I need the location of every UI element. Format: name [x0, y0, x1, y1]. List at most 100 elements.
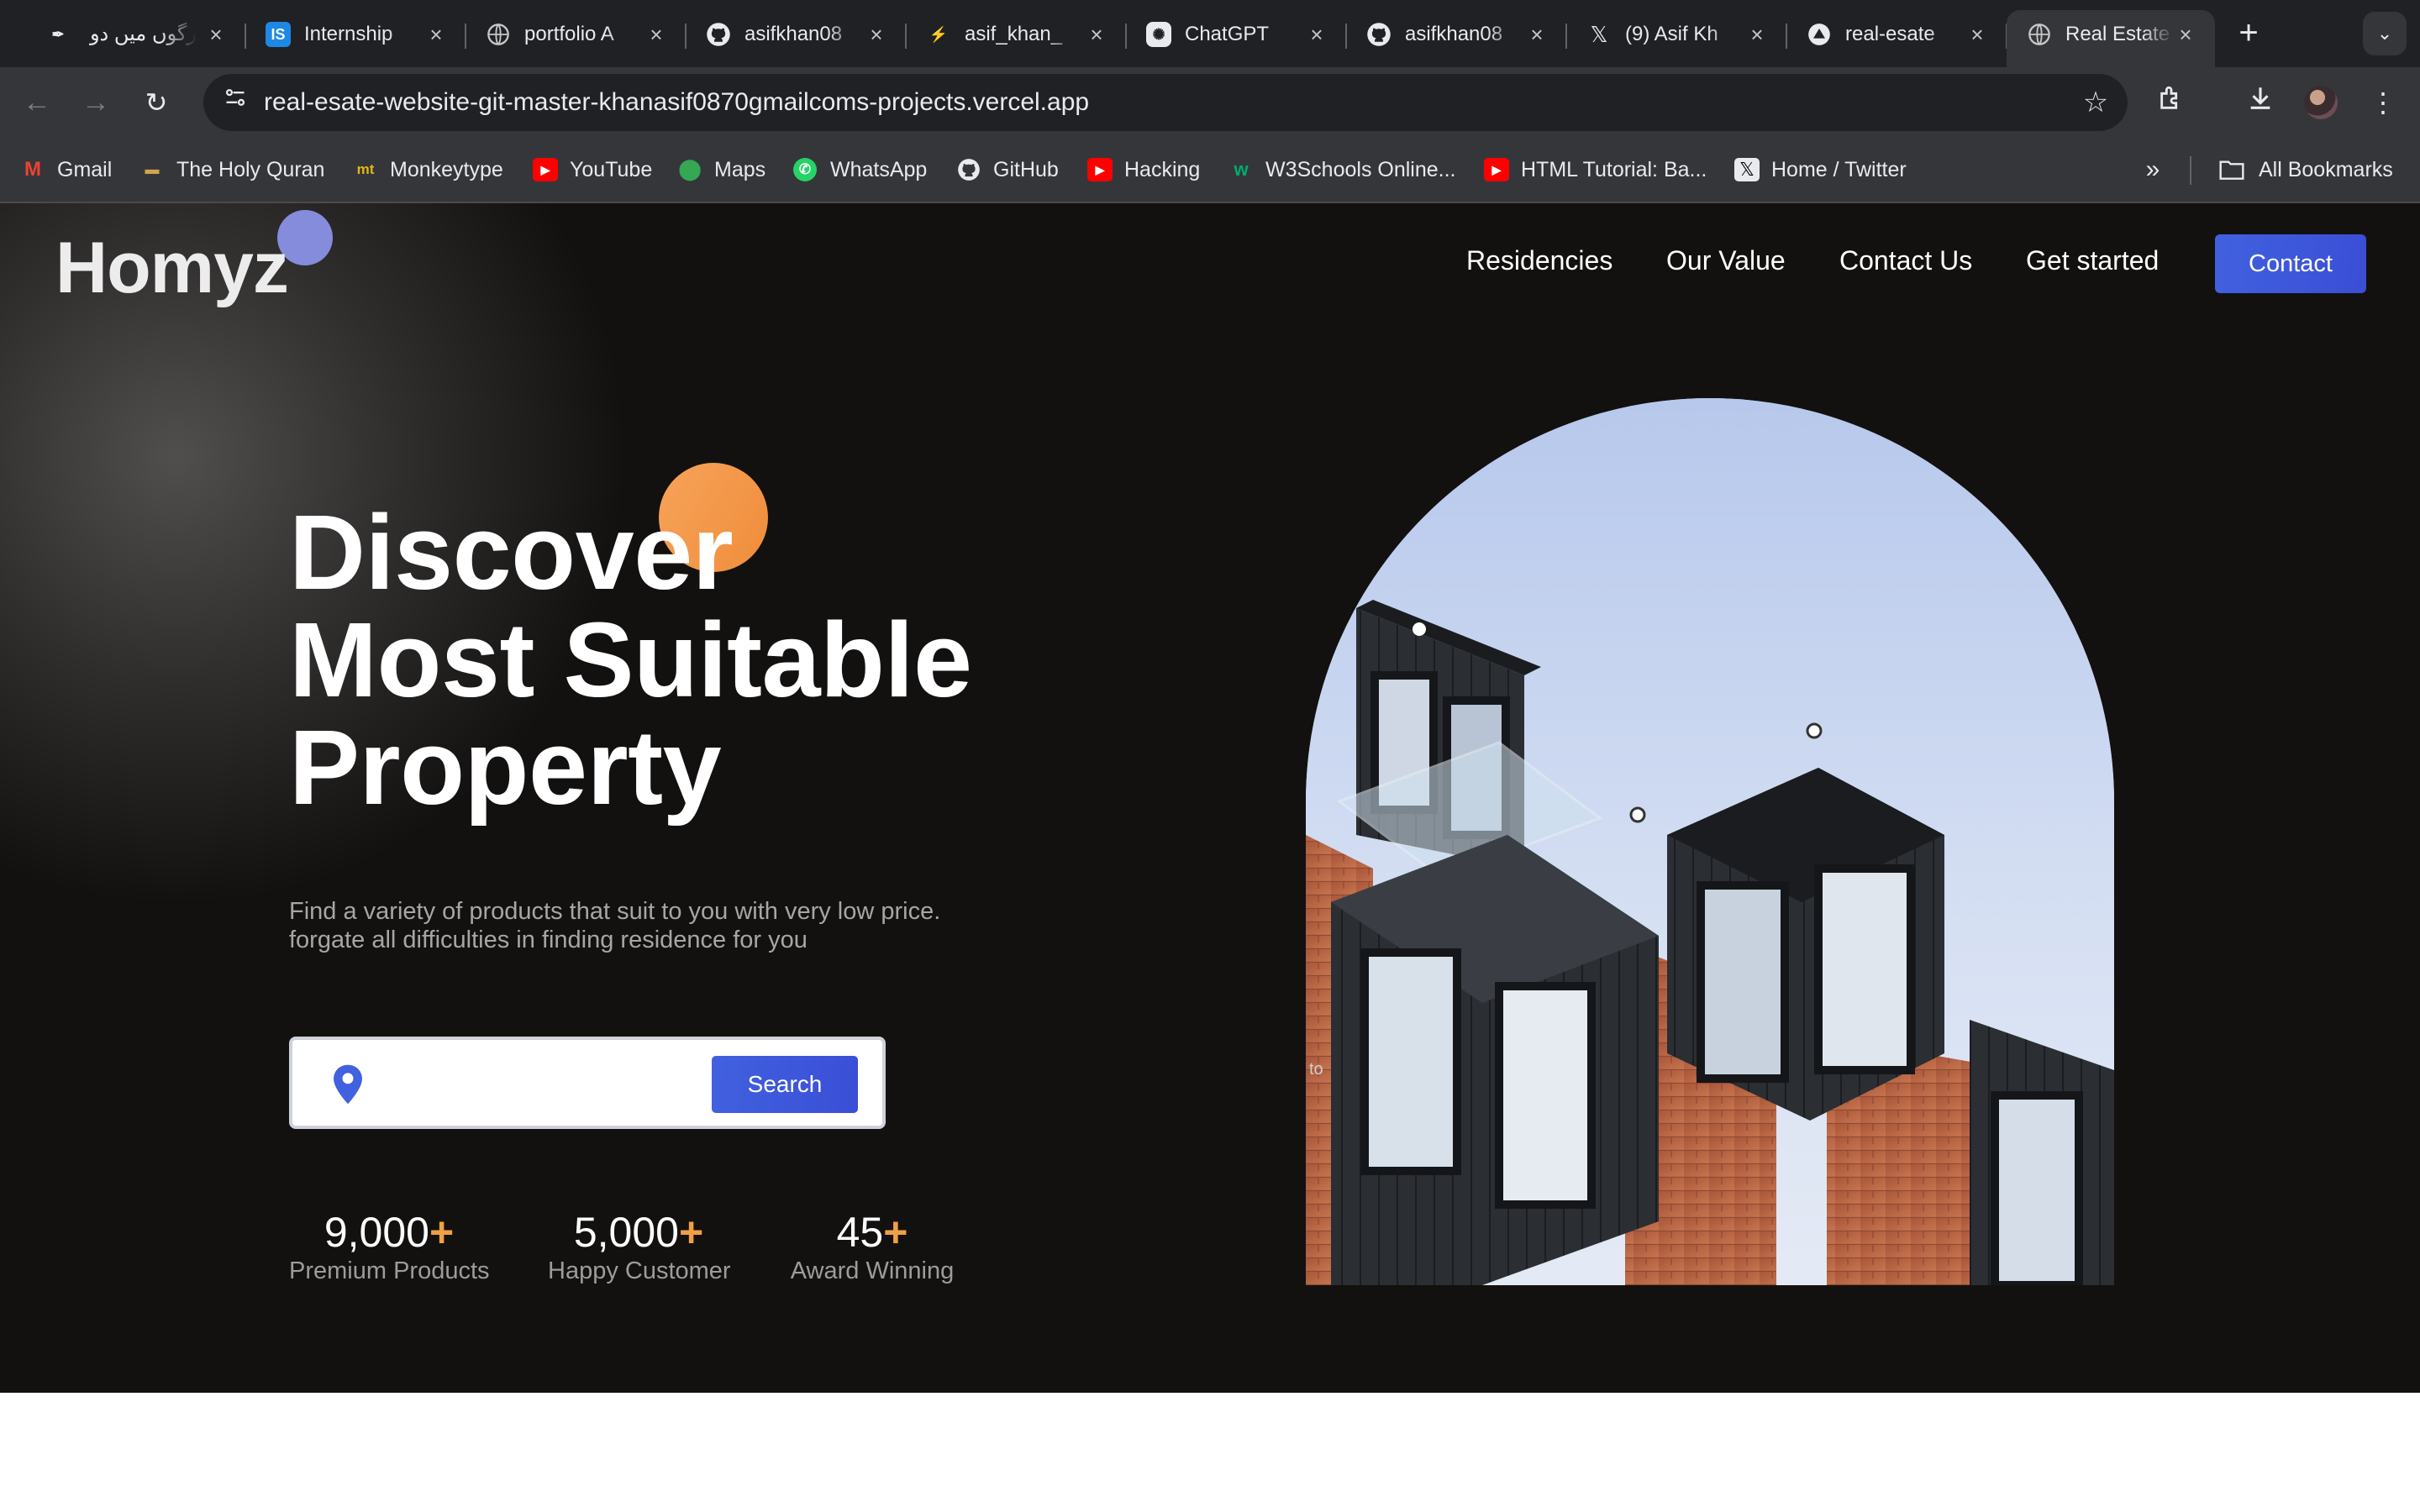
nav-link-residencies[interactable]: Residencies	[1466, 245, 1612, 276]
bookmark-label: YouTube	[570, 158, 653, 181]
whatsapp-icon: ✆	[793, 158, 817, 181]
maps-pin-icon: ⬤	[678, 158, 702, 181]
contact-button[interactable]: Contact	[2215, 234, 2366, 293]
bookmark-label: Monkeytype	[390, 158, 503, 181]
all-bookmarks-button[interactable]: All Bookmarks	[2218, 155, 2393, 185]
bookmark-label: Home / Twitter	[1771, 158, 1907, 181]
nav-link-contact-us[interactable]: Contact Us	[1839, 245, 1972, 276]
stat-plus: +	[429, 1209, 455, 1256]
bookmark-label: W3Schools Online...	[1265, 158, 1456, 181]
bookmark-gmail[interactable]: M Gmail	[20, 155, 112, 185]
browser-tab[interactable]: asifkhan08 ×	[1346, 10, 1567, 67]
stat-plus: +	[678, 1209, 704, 1256]
search-input[interactable]	[380, 1062, 632, 1105]
url-text[interactable]: real-esate-website-git-master-khanasif08…	[264, 87, 1089, 118]
close-tab-icon[interactable]: ×	[202, 20, 230, 49]
tab-title: Internship	[304, 23, 393, 45]
download-icon[interactable]	[2242, 84, 2279, 121]
browser-tab[interactable]: real-esate ×	[1786, 10, 2007, 67]
bookmark-star-icon[interactable]: ☆	[2077, 84, 2114, 121]
new-tab-button[interactable]: +	[2230, 15, 2267, 52]
tab-search-chevron-icon[interactable]: ⌄	[2363, 12, 2407, 55]
close-tab-icon[interactable]: ×	[642, 20, 671, 49]
bookmark-whatsapp[interactable]: ✆ WhatsApp	[793, 155, 927, 185]
bookmark-monkeytype[interactable]: mt Monkeytype	[353, 155, 503, 185]
x-icon: 𝕏	[1734, 158, 1760, 181]
image-overlay-text: to	[1309, 1060, 1323, 1079]
description-line: forgate all difficulties in finding resi…	[289, 927, 808, 953]
bookmark-label: Maps	[714, 158, 766, 181]
nav-link-get-started[interactable]: Get started	[2026, 245, 2159, 276]
browser-tab[interactable]: portfolio A ×	[466, 10, 687, 67]
internshala-icon: IS	[266, 22, 291, 47]
browser-tab[interactable]: asifkhan08 ×	[686, 10, 907, 67]
site-logo[interactable]: Homyz	[55, 227, 289, 310]
close-tab-icon[interactable]: ×	[1963, 20, 1991, 49]
bookmark-html-tutorial[interactable]: ▶ HTML Tutorial: Ba...	[1484, 155, 1707, 185]
quran-icon: ▬	[145, 161, 160, 177]
youtube-icon: ▶	[1484, 158, 1509, 181]
more-menu-icon[interactable]: ⋮	[2365, 84, 2402, 121]
browser-tab[interactable]: 𝕏 (9) Asif Kh ×	[1566, 10, 1787, 67]
tab-title: real-esate	[1845, 23, 1935, 45]
gmail-icon: M	[24, 158, 41, 181]
bookmark-label: The Holy Quran	[176, 158, 325, 181]
site-info-icon[interactable]	[218, 86, 252, 119]
bookmark-label: Hacking	[1124, 158, 1201, 181]
browser-tab-strip: ✒ رگوں میں دو × IS Internship × portfoli…	[0, 0, 2420, 67]
close-tab-icon[interactable]: ×	[2171, 20, 2200, 49]
close-tab-icon[interactable]: ×	[1743, 20, 1771, 49]
stat-value: 9,000	[324, 1209, 429, 1256]
tab-title: (9) Asif Kh	[1625, 23, 1718, 45]
close-tab-icon[interactable]: ×	[862, 20, 891, 49]
close-tab-icon[interactable]: ×	[1523, 20, 1551, 49]
stat-premium-products: 9,000+ Premium Products	[289, 1209, 490, 1286]
location-pin-icon	[329, 1063, 366, 1105]
bookmark-label: HTML Tutorial: Ba...	[1521, 158, 1707, 181]
spark-icon: ⚡	[929, 25, 949, 43]
bookmarks-divider	[2190, 156, 2191, 185]
monkeytype-icon: mt	[356, 161, 375, 177]
browser-tab-active[interactable]: Real Estate ×	[2007, 10, 2215, 67]
globe-icon	[2027, 22, 2052, 47]
browser-tab[interactable]: ✺ ChatGPT ×	[1126, 10, 1347, 67]
close-tab-icon[interactable]: ×	[1302, 20, 1331, 49]
forward-arrow-icon[interactable]: →	[77, 84, 114, 121]
headline-line: Discover	[289, 493, 734, 612]
stat-award-winning: 45+ Award Winning	[790, 1209, 955, 1286]
bookmark-maps[interactable]: ⬤ Maps	[677, 155, 766, 185]
extensions-puzzle-icon[interactable]	[2153, 84, 2190, 121]
hero-section: Homyz Residencies Our Value Contact Us G…	[0, 203, 2420, 1393]
stat-number: 5,000+	[548, 1209, 729, 1256]
description-line: Find a variety of products that suit to …	[289, 898, 941, 925]
bookmarks-overflow-chevron-icon[interactable]: »	[2138, 155, 2168, 185]
bookmark-youtube[interactable]: ▶ YouTube	[533, 155, 652, 185]
tab-title: Real Estate	[2065, 23, 2170, 45]
stat-value: 5,000	[573, 1209, 679, 1256]
bookmark-twitter[interactable]: 𝕏 Home / Twitter	[1734, 155, 1907, 185]
bookmark-label: GitHub	[993, 158, 1059, 181]
bookmark-hacking[interactable]: ▶ Hacking	[1087, 155, 1200, 185]
w3schools-icon: w	[1234, 159, 1249, 180]
browser-tab[interactable]: ✒ رگوں میں دو ×	[25, 10, 246, 67]
vercel-icon	[1807, 22, 1832, 47]
nav-link-our-value[interactable]: Our Value	[1666, 245, 1786, 276]
browser-tab[interactable]: IS Internship ×	[245, 10, 466, 67]
browser-tab[interactable]: ⚡ asif_khan_ ×	[906, 10, 1127, 67]
bookmark-w3schools[interactable]: w W3Schools Online...	[1228, 155, 1456, 185]
profile-avatar[interactable]	[2304, 86, 2338, 119]
stat-plus: +	[883, 1209, 908, 1256]
address-bar[interactable]: real-esate-website-git-master-khanasif08…	[203, 74, 2128, 131]
bookmark-github[interactable]: GitHub	[956, 155, 1059, 185]
back-arrow-icon[interactable]: ←	[18, 84, 55, 121]
search-button[interactable]: Search	[712, 1056, 858, 1113]
bookmark-holy-quran[interactable]: ▬ The Holy Quran	[139, 155, 325, 185]
x-icon: 𝕏	[1590, 21, 1608, 47]
close-tab-icon[interactable]: ×	[422, 20, 450, 49]
chatgpt-icon: ✺	[1146, 22, 1171, 47]
hero-headline: Discover Most Suitable Property	[289, 499, 1045, 822]
close-tab-icon[interactable]: ×	[1082, 20, 1111, 49]
github-icon	[706, 22, 731, 47]
reload-icon[interactable]: ↻	[138, 84, 175, 121]
headline-line: Property	[289, 708, 722, 827]
